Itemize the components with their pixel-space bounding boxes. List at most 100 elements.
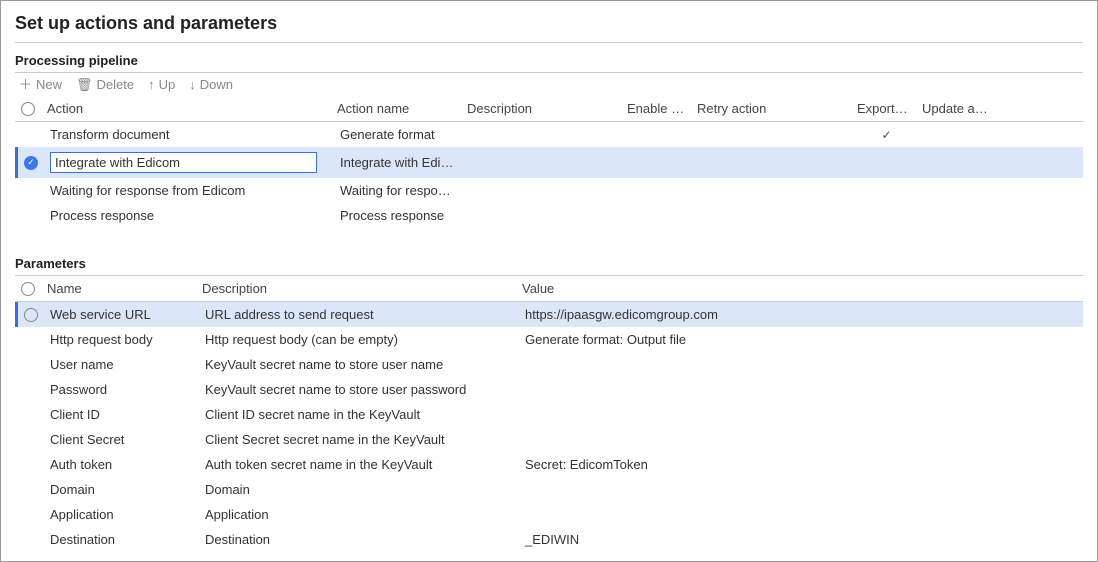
- cell-param-desc[interactable]: KeyVault secret name to store user name: [199, 352, 519, 377]
- parameter-row[interactable]: Application Application: [15, 502, 1083, 527]
- row-selector[interactable]: [18, 385, 44, 395]
- select-all-radio[interactable]: [15, 277, 41, 301]
- cell-param-name[interactable]: Client Secret: [44, 427, 199, 452]
- cell-param-value[interactable]: [519, 410, 1083, 420]
- down-button[interactable]: ↓ Down: [189, 77, 233, 92]
- row-selector[interactable]: [18, 435, 44, 445]
- parameter-row[interactable]: Domain Domain: [15, 477, 1083, 502]
- cell-param-name[interactable]: Password: [44, 377, 199, 402]
- cell-retry-action[interactable]: [694, 130, 854, 140]
- col-param-name[interactable]: Name: [41, 276, 196, 301]
- cell-export-result[interactable]: ✓: [854, 122, 919, 147]
- cell-update-act[interactable]: [919, 158, 999, 168]
- cell-param-name[interactable]: User name: [44, 352, 199, 377]
- cell-param-value[interactable]: [519, 435, 1083, 445]
- cell-description[interactable]: [464, 211, 624, 221]
- cell-action-name[interactable]: Integrate with Edicom: [334, 150, 464, 175]
- cell-description[interactable]: [464, 186, 624, 196]
- cell-param-value[interactable]: _EDIWIN: [519, 527, 1083, 552]
- cell-param-name[interactable]: Web service URL: [44, 302, 199, 327]
- col-param-description[interactable]: Description: [196, 276, 516, 301]
- row-selector[interactable]: [18, 303, 44, 327]
- cell-enable-retry[interactable]: [624, 158, 694, 168]
- parameter-row[interactable]: User name KeyVault secret name to store …: [15, 352, 1083, 377]
- up-button[interactable]: ↑ Up: [148, 77, 175, 92]
- cell-action-name[interactable]: Generate format: [334, 122, 464, 147]
- cell-param-name[interactable]: Auth token: [44, 452, 199, 477]
- row-selector[interactable]: [18, 460, 44, 470]
- cell-param-value[interactable]: [519, 385, 1083, 395]
- col-export-result[interactable]: Export result: [851, 96, 916, 121]
- cell-param-name[interactable]: Http request body: [44, 327, 199, 352]
- cell-export-result[interactable]: [854, 158, 919, 168]
- cell-action[interactable]: Transform document: [44, 122, 334, 147]
- cell-param-name[interactable]: Destination: [44, 527, 199, 552]
- row-selector[interactable]: [18, 186, 44, 196]
- parameter-row[interactable]: Auth token Auth token secret name in the…: [15, 452, 1083, 477]
- action-input[interactable]: Integrate with Edicom: [50, 152, 317, 173]
- cell-action[interactable]: Waiting for response from Edicom: [44, 178, 334, 203]
- cell-param-desc[interactable]: Destination: [199, 527, 519, 552]
- radio-icon[interactable]: [24, 308, 38, 322]
- cell-export-result[interactable]: [854, 186, 919, 196]
- cell-param-desc[interactable]: URL address to send request: [199, 302, 519, 327]
- cell-param-desc[interactable]: Client ID secret name in the KeyVault: [199, 402, 519, 427]
- cell-param-desc[interactable]: Application: [199, 502, 519, 527]
- col-enable-retry[interactable]: Enable retry: [621, 96, 691, 121]
- cell-action[interactable]: Process response: [44, 203, 334, 228]
- col-action[interactable]: Action: [41, 96, 331, 121]
- parameter-row[interactable]: Destination Destination _EDIWIN: [15, 527, 1083, 552]
- cell-param-name[interactable]: Client ID: [44, 402, 199, 427]
- cell-enable-retry[interactable]: [624, 130, 694, 140]
- select-all-radio[interactable]: [15, 97, 41, 121]
- cell-param-desc[interactable]: Domain: [199, 477, 519, 502]
- row-selector[interactable]: [18, 410, 44, 420]
- cell-param-desc[interactable]: Client Secret secret name in the KeyVaul…: [199, 427, 519, 452]
- row-selector[interactable]: [18, 485, 44, 495]
- col-param-value[interactable]: Value: [516, 276, 1083, 301]
- cell-enable-retry[interactable]: [624, 186, 694, 196]
- cell-action-name[interactable]: Waiting for response fro...: [334, 178, 464, 203]
- row-selector[interactable]: [18, 130, 44, 140]
- cell-param-value[interactable]: https://ipaasgw.edicomgroup.com: [519, 302, 1083, 327]
- row-selector[interactable]: [18, 510, 44, 520]
- delete-button[interactable]: 🗑 Delete: [76, 77, 134, 92]
- pipeline-row[interactable]: Process response Process response: [15, 203, 1083, 228]
- col-retry-action[interactable]: Retry action: [691, 96, 851, 121]
- cell-param-value[interactable]: Generate format: Output file: [519, 327, 1083, 352]
- parameter-row[interactable]: Client ID Client ID secret name in the K…: [15, 402, 1083, 427]
- pipeline-row[interactable]: Waiting for response from Edicom Waiting…: [15, 178, 1083, 203]
- cell-param-desc[interactable]: Http request body (can be empty): [199, 327, 519, 352]
- cell-action-name[interactable]: Process response: [334, 203, 464, 228]
- cell-retry-action[interactable]: [694, 158, 854, 168]
- cell-update-act[interactable]: [919, 186, 999, 196]
- row-selector[interactable]: [18, 360, 44, 370]
- cell-param-name[interactable]: Domain: [44, 477, 199, 502]
- new-button[interactable]: ＋ New: [19, 77, 62, 92]
- cell-description[interactable]: [464, 158, 624, 168]
- cell-enable-retry[interactable]: [624, 211, 694, 221]
- cell-update-act[interactable]: [919, 211, 999, 221]
- cell-param-name[interactable]: Application: [44, 502, 199, 527]
- cell-param-value[interactable]: [519, 510, 1083, 520]
- cell-param-desc[interactable]: Auth token secret name in the KeyVault: [199, 452, 519, 477]
- row-selector[interactable]: [18, 211, 44, 221]
- cell-retry-action[interactable]: [694, 186, 854, 196]
- cell-param-desc[interactable]: KeyVault secret name to store user passw…: [199, 377, 519, 402]
- pipeline-row[interactable]: Transform document Generate format ✓: [15, 122, 1083, 147]
- col-description[interactable]: Description: [461, 96, 621, 121]
- row-selector[interactable]: [18, 535, 44, 545]
- row-selector[interactable]: ✓: [18, 151, 44, 175]
- parameter-row[interactable]: Client Secret Client Secret secret name …: [15, 427, 1083, 452]
- cell-param-value[interactable]: [519, 485, 1083, 495]
- cell-param-value[interactable]: Secret: EdicomToken: [519, 452, 1083, 477]
- parameter-row[interactable]: Web service URL URL address to send requ…: [15, 302, 1083, 327]
- cell-update-act[interactable]: [919, 130, 999, 140]
- col-action-name[interactable]: Action name: [331, 96, 461, 121]
- cell-param-value[interactable]: [519, 360, 1083, 370]
- col-update-act[interactable]: Update act...: [916, 96, 996, 121]
- cell-retry-action[interactable]: [694, 211, 854, 221]
- parameter-row[interactable]: Password KeyVault secret name to store u…: [15, 377, 1083, 402]
- parameter-row[interactable]: Http request body Http request body (can…: [15, 327, 1083, 352]
- cell-description[interactable]: [464, 130, 624, 140]
